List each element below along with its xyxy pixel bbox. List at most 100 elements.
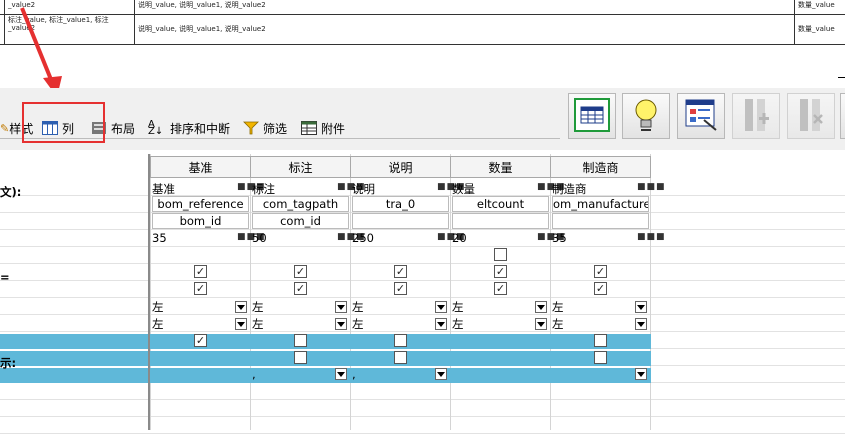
column-width-value[interactable]: 35 xyxy=(552,230,632,246)
field-name-input[interactable]: bom_manufacturer xyxy=(552,196,649,212)
more-button[interactable] xyxy=(840,93,845,139)
alignment-select-value[interactable]: 左 xyxy=(152,299,232,315)
column-title-value[interactable]: 说明 xyxy=(352,181,432,197)
tab-attachment[interactable]: 附件 xyxy=(301,117,345,139)
separator-select-value[interactable]: , xyxy=(352,366,432,382)
checkbox-checked[interactable]: ✓ xyxy=(594,265,607,278)
chevron-down-icon[interactable] xyxy=(535,318,547,330)
column-width-value[interactable]: 35 xyxy=(152,230,232,246)
column-title-value[interactable]: 数量 xyxy=(452,181,532,197)
checkbox-checked[interactable]: ✓ xyxy=(494,282,507,295)
field-id-input[interactable]: com_id xyxy=(252,213,349,229)
delete-column-button[interactable] xyxy=(787,93,835,139)
attachment-icon xyxy=(301,121,317,135)
checkbox[interactable] xyxy=(394,334,407,347)
chevron-down-icon[interactable] xyxy=(335,368,347,380)
alignment-select-value[interactable]: 左 xyxy=(452,299,532,315)
checkbox[interactable] xyxy=(594,334,607,347)
table-grid-button[interactable] xyxy=(568,93,616,139)
field-id-input[interactable] xyxy=(452,213,549,229)
column-title-value[interactable]: 标注 xyxy=(252,181,332,197)
checkbox-checked[interactable]: ✓ xyxy=(494,265,507,278)
checkbox[interactable] xyxy=(594,351,607,364)
tip-button[interactable] xyxy=(622,93,670,139)
more-dots-icon[interactable]: ■■■ xyxy=(637,232,666,242)
grid-col-line xyxy=(350,154,351,430)
tab-filter[interactable]: 筛选 xyxy=(243,117,287,139)
chevron-down-icon[interactable] xyxy=(235,301,247,313)
separator-select-value[interactable] xyxy=(452,366,532,382)
tab-label: 排序和中断 xyxy=(170,121,231,136)
preview-cell: 数量_value xyxy=(794,0,845,14)
tab-label: 筛选 xyxy=(263,121,288,136)
preview-row: _value2 说明_value, 说明_value1, 说明_value2 数… xyxy=(0,0,845,15)
lightbulb-icon xyxy=(631,97,661,136)
more-dots-icon[interactable]: ■■■ xyxy=(637,182,666,192)
grid-col-line xyxy=(550,154,551,430)
checkbox[interactable] xyxy=(294,334,307,347)
chevron-down-icon[interactable] xyxy=(335,318,347,330)
column-header: 数量 xyxy=(450,156,551,178)
grid-col-line xyxy=(150,154,151,430)
alignment-select-value[interactable]: 左 xyxy=(452,316,532,332)
insert-column-button[interactable] xyxy=(732,93,780,139)
sort-icon: A Z↓ xyxy=(148,119,164,137)
chevron-down-icon[interactable] xyxy=(635,301,647,313)
field-name-input[interactable]: eltcount xyxy=(452,196,549,212)
chevron-down-icon[interactable] xyxy=(335,301,347,313)
alignment-select-value[interactable]: 左 xyxy=(252,316,332,332)
checkbox[interactable] xyxy=(394,351,407,364)
field-id-input[interactable] xyxy=(352,213,449,229)
checkbox[interactable] xyxy=(494,248,507,261)
separator-select-value[interactable] xyxy=(152,366,232,382)
column-title-value[interactable]: 基准 xyxy=(152,181,232,197)
separator-select-value[interactable]: , xyxy=(252,366,332,382)
row-label: 示: xyxy=(0,356,17,370)
column-header: 制造商 xyxy=(550,156,651,178)
insert-column-icon xyxy=(741,97,771,136)
column-width-value[interactable]: 250 xyxy=(352,230,432,246)
alignment-select-value[interactable]: 左 xyxy=(352,316,432,332)
field-name-input[interactable]: tra_0 xyxy=(352,196,449,212)
chevron-down-icon[interactable] xyxy=(435,301,447,313)
filter-icon xyxy=(243,121,259,135)
checkbox-checked[interactable]: ✓ xyxy=(394,265,407,278)
table-grid-icon xyxy=(574,97,610,135)
chevron-down-icon[interactable] xyxy=(235,318,247,330)
checkbox-checked[interactable]: ✓ xyxy=(594,282,607,295)
checkbox-checked[interactable]: ✓ xyxy=(194,334,207,347)
alignment-select-value[interactable]: 左 xyxy=(152,316,232,332)
checkbox[interactable] xyxy=(294,351,307,364)
grid-row-line xyxy=(0,399,845,400)
tab-sort[interactable]: A Z↓ 排序和中断 xyxy=(148,117,230,139)
checkbox-checked[interactable]: ✓ xyxy=(394,282,407,295)
chevron-down-icon[interactable] xyxy=(535,301,547,313)
column-width-value[interactable]: 50 xyxy=(252,230,332,246)
alignment-select-value[interactable]: 左 xyxy=(252,299,332,315)
chevron-down-icon[interactable] xyxy=(435,368,447,380)
checkbox-checked[interactable]: ✓ xyxy=(194,282,207,295)
chevron-down-icon[interactable] xyxy=(635,318,647,330)
column-width-value[interactable]: 20 xyxy=(452,230,532,246)
column-header: 说明 xyxy=(350,156,451,178)
delete-column-icon xyxy=(796,97,826,136)
alignment-select-value[interactable]: 左 xyxy=(552,299,632,315)
separator-select-value[interactable] xyxy=(552,366,632,382)
checkbox-checked[interactable]: ✓ xyxy=(294,282,307,295)
field-name-input[interactable]: bom_reference xyxy=(152,196,249,212)
field-id-input[interactable] xyxy=(552,213,649,229)
properties-button[interactable] xyxy=(677,93,725,139)
alignment-select-value[interactable]: 左 xyxy=(352,299,432,315)
column-title-value[interactable]: 制造商 xyxy=(552,181,632,197)
grid-col-line xyxy=(250,154,251,430)
checkbox-checked[interactable]: ✓ xyxy=(194,265,207,278)
checkbox-checked[interactable]: ✓ xyxy=(294,265,307,278)
preview-row: 标注_value, 标注_value1, 标注_value2 说明_value,… xyxy=(0,15,845,45)
field-name-input[interactable]: com_tagpath xyxy=(252,196,349,212)
chevron-down-icon[interactable] xyxy=(435,318,447,330)
grid-row-line xyxy=(0,280,845,281)
alignment-select-value[interactable]: 左 xyxy=(552,316,632,332)
field-id-input[interactable]: bom_id xyxy=(152,213,249,229)
grid-row-line xyxy=(0,263,845,264)
chevron-down-icon[interactable] xyxy=(635,368,647,380)
